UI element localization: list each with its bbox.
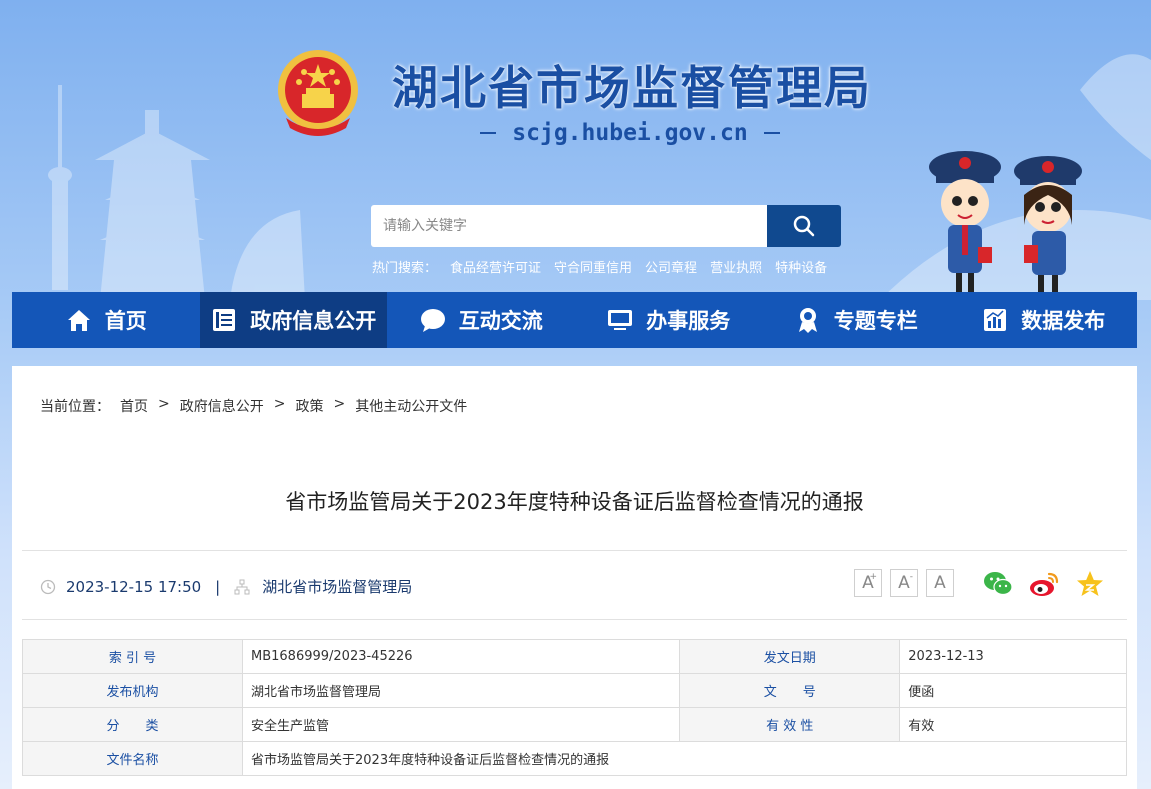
nav-item-label: 互动交流 — [458, 309, 543, 333]
font-increase-button[interactable]: A + — [854, 569, 882, 597]
nav-item-label: 首页 — [104, 309, 147, 333]
article-title: 省市场监管局关于2023年度特种设备证后监督检查情况的通报 — [285, 490, 864, 514]
main-nav: 首页 政府信息公开 互动交流 办事服务 专题专栏 数据发布 — [12, 292, 1137, 348]
nav-item-label: 数据发布 — [1021, 309, 1106, 333]
validity-value: 有效 — [899, 707, 1127, 742]
nav-item-data[interactable]: 数据发布 — [950, 292, 1138, 348]
search-button[interactable] — [767, 205, 841, 247]
weibo-icon[interactable] — [1028, 568, 1060, 600]
domain-right-line — [763, 132, 780, 134]
breadcrumb: 当前位置： 首页 > 政府信息公开 > 政策 > 其他主动公开文件 — [40, 396, 467, 416]
monitor-icon — [606, 306, 634, 334]
plus-icon: + — [869, 572, 877, 582]
index-number-label: 索 引 号 — [22, 639, 243, 674]
table-row: 发布机构 湖北省市场监督管理局 文 号 便函 — [22, 673, 1127, 708]
mascot-illustration — [929, 151, 1082, 293]
category-label: 分 类 — [22, 707, 243, 742]
home-icon — [65, 306, 93, 334]
chart-icon — [981, 306, 1009, 334]
category-value: 安全生产监管 — [241, 707, 681, 742]
search-input[interactable] — [371, 205, 767, 247]
domain-left-line — [480, 132, 497, 134]
nav-item-gov-info[interactable]: 政府信息公开 — [199, 292, 387, 348]
table-row: 分 类 安全生产监管 有 效 性 有效 — [22, 707, 1127, 742]
document-name-value: 省市场监管局关于2023年度特种设备证后监督检查情况的通报 — [242, 741, 1127, 776]
document-icon — [210, 306, 238, 334]
publishing-org-label: 发布机构 — [22, 673, 243, 708]
divider — [22, 550, 1127, 551]
nav-item-label: 政府信息公开 — [250, 309, 377, 333]
organization-icon — [234, 579, 250, 594]
nav-item-special[interactable]: 专题专栏 — [762, 292, 950, 348]
font-decrease-label: A — [898, 573, 910, 593]
national-emblem-icon — [278, 50, 358, 136]
nav-item-label: 专题专栏 — [833, 309, 918, 333]
clock-icon — [40, 579, 56, 594]
table-row: 索 引 号 MB1686999/2023-45226 发文日期 2023-12-… — [22, 639, 1127, 674]
favorite-star-icon[interactable] — [1074, 568, 1106, 600]
hot-search-term[interactable]: 特种设备 — [775, 257, 827, 276]
nav-item-interaction[interactable]: 互动交流 — [387, 292, 575, 348]
breadcrumb-link[interactable]: 政府信息公开 — [180, 396, 264, 416]
minus-icon: - — [909, 572, 913, 582]
chat-bubble-icon — [419, 306, 447, 334]
search-box — [371, 205, 841, 247]
breadcrumb-prefix: 当前位置： — [40, 399, 110, 415]
wechat-icon[interactable] — [982, 568, 1014, 600]
document-info-table: 索 引 号 MB1686999/2023-45226 发文日期 2023-12-… — [22, 639, 1127, 776]
meta-separator: | — [215, 577, 221, 596]
site-domain: scjg.hubei.gov.cn — [480, 116, 780, 150]
divider — [22, 619, 1127, 620]
breadcrumb-link[interactable]: 首页 — [120, 396, 148, 416]
table-row: 文件名称 省市场监管局关于2023年度特种设备证后监督检查情况的通报 — [22, 741, 1127, 776]
document-number-value: 便函 — [899, 673, 1127, 708]
nav-item-home[interactable]: 首页 — [12, 292, 200, 348]
site-domain-text: scjg.hubei.gov.cn — [512, 120, 748, 146]
article-datetime: 2023-12-15 17:50 — [66, 577, 202, 596]
hot-search-term[interactable]: 守合同重信用 — [554, 257, 632, 276]
publishing-org-value: 湖北省市场监督管理局 — [241, 673, 681, 708]
issue-date-value: 2023-12-13 — [899, 639, 1127, 674]
hot-search-term[interactable]: 公司章程 — [645, 257, 697, 276]
font-size-controls: A + A- A — [854, 569, 954, 597]
font-reset-button[interactable]: A — [926, 569, 954, 597]
hot-search-term[interactable]: 食品经营许可证 — [450, 257, 541, 276]
hot-search-label: 热门搜索： — [372, 261, 438, 276]
font-decrease-button[interactable]: A- — [890, 569, 918, 597]
nav-item-services[interactable]: 办事服务 — [575, 292, 763, 348]
share-buttons — [982, 568, 1106, 600]
breadcrumb-link[interactable]: 政策 — [295, 396, 323, 416]
document-name-label: 文件名称 — [22, 741, 243, 776]
article-meta: 2023-12-15 17:50 | 湖北省市场监督管理局 — [40, 576, 412, 597]
breadcrumb-separator: > — [333, 396, 346, 412]
nav-item-label: 办事服务 — [646, 309, 731, 333]
site-title: 湖北省市场监督管理局 — [392, 61, 872, 115]
font-reset-label: A — [934, 573, 946, 593]
article-publisher: 湖北省市场监督管理局 — [262, 578, 413, 596]
index-number-value: MB1686999/2023-45226 — [241, 639, 681, 674]
award-icon — [794, 306, 822, 334]
content-card: 当前位置： 首页 > 政府信息公开 > 政策 > 其他主动公开文件 省市场监管局… — [12, 366, 1137, 789]
search-icon — [793, 215, 815, 237]
breadcrumb-separator: > — [158, 396, 170, 412]
issue-date-label: 发文日期 — [679, 639, 901, 674]
breadcrumb-separator: > — [273, 396, 286, 412]
document-number-label: 文 号 — [679, 673, 901, 708]
hot-search: 热门搜索： 食品经营许可证 守合同重信用 公司章程 营业执照 特种设备 — [372, 257, 827, 276]
hot-search-term[interactable]: 营业执照 — [710, 257, 762, 276]
validity-label: 有 效 性 — [679, 707, 901, 742]
breadcrumb-link[interactable]: 其他主动公开文件 — [355, 396, 467, 416]
